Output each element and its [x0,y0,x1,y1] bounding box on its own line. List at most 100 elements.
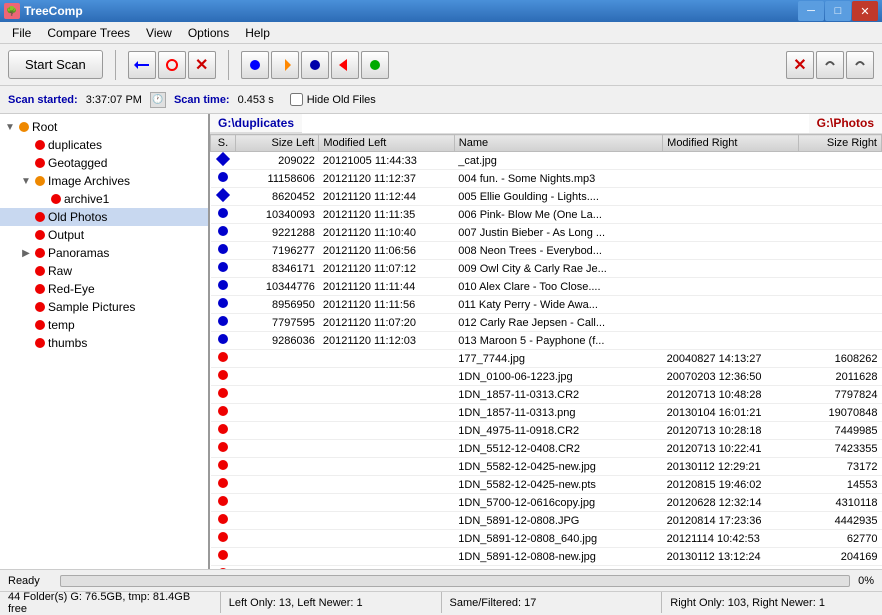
tree-label-sample-pictures: Sample Pictures [48,300,135,314]
table-row[interactable]: 1DN_5512-12-0408.CR220120713 10:22:41742… [211,440,882,458]
menu-compare-trees[interactable]: Compare Trees [39,24,138,42]
table-row[interactable]: 922128820121120 11:10:40007 Justin Biebe… [211,224,882,242]
table-row[interactable]: 1DN_5891-12-0808.JPG20120814 17:23:36444… [211,512,882,530]
status-ready-text: Ready [8,575,56,587]
row-size-left [236,350,319,368]
row-size-right [798,206,881,224]
table-row[interactable]: 1034009320121120 11:11:35006 Pink- Blow … [211,206,882,224]
table-row[interactable]: 1DN_5582-12-0425-new.jpg20130112 12:29:2… [211,458,882,476]
row-size-right: 2011628 [798,368,881,386]
row-size-left [236,440,319,458]
left-nav-stop-button[interactable]: ✕ [188,51,216,79]
expand-root[interactable]: ▼ [4,122,16,133]
table-row[interactable]: 1DN_1857-11-0313.png20130104 16:01:21190… [211,404,882,422]
row-name: 013 Maroon 5 - Payphone (f... [454,332,662,350]
tree-node-thumbs[interactable]: ▶ thumbs [0,334,208,352]
table-row[interactable]: 1115860620121120 11:12:37004 fun. - Some… [211,170,882,188]
row-indicator [211,386,236,404]
dot-duplicates [35,140,45,150]
window-controls: ─ □ ✕ [798,1,878,21]
expand-panoramas[interactable]: ▶ [20,248,32,259]
table-row[interactable]: 1DN_4975-11-0918.CR220120713 10:28:18744… [211,422,882,440]
table-row[interactable]: 1DN_1857-11-0313.CR220120713 10:48:28779… [211,386,882,404]
menu-bar: File Compare Trees View Options Help [0,22,882,44]
scan-time-label: Scan time: [174,94,230,106]
next-diff-button[interactable] [271,51,299,79]
tree-panel[interactable]: ▼ Root ▶ duplicates ▶ Geotagged ▼ Image … [0,114,210,569]
delete-button[interactable]: ✕ [786,51,814,79]
table-row[interactable]: 177_7744.jpg20040827 14:13:271608262 [211,350,882,368]
tree-node-image-archives[interactable]: ▼ Image Archives [0,172,208,190]
row-mod-left [319,458,454,476]
table-row[interactable]: 719627720121120 11:06:56008 Neon Trees -… [211,242,882,260]
col-header-mod-left: Modified Left [319,135,454,152]
compare-nav-group [241,51,389,79]
dot-image-archives [35,176,45,186]
scan-started-label: Scan started: [8,94,78,106]
tree-node-temp[interactable]: ▶ temp [0,316,208,334]
left-nav-back-button[interactable] [128,51,156,79]
restore-button[interactable]: □ [825,1,851,21]
table-row[interactable]: 779759520121120 11:07:20012 Carly Rae Je… [211,314,882,332]
row-indicator [211,548,236,566]
row-mod-left: 20121120 11:11:56 [319,296,454,314]
row-size-left: 209022 [236,152,319,170]
tree-node-red-eye[interactable]: ▶ Red-Eye [0,280,208,298]
menu-help[interactable]: Help [237,24,278,42]
app-title: TreeComp [24,4,83,18]
redo-button[interactable] [846,51,874,79]
toolbar: Start Scan ✕ ✕ [0,44,882,86]
sync-button[interactable] [301,51,329,79]
dot-sample-pictures [35,302,45,312]
table-row[interactable]: 1DN_5582-12-0425-new.pts20120815 19:46:0… [211,476,882,494]
row-size-right [798,296,881,314]
prev-diff-button[interactable] [241,51,269,79]
undo-button[interactable] [816,51,844,79]
row-size-right [798,242,881,260]
row-name: 009 Owl City & Carly Rae Je... [454,260,662,278]
row-mod-right: 20120814 17:23:36 [663,512,798,530]
tree-node-duplicates[interactable]: ▶ duplicates [0,136,208,154]
hide-old-files-checkbox[interactable] [290,93,303,106]
table-row[interactable]: 862045220121120 11:12:44005 Ellie Gouldi… [211,188,882,206]
menu-view[interactable]: View [138,24,180,42]
scan-info-bar: Scan started: 3:37:07 PM 🕐 Scan time: 0.… [0,86,882,114]
left-nav-forward-button[interactable] [158,51,186,79]
table-row[interactable]: 1DN_0100-06-1223.jpg20070203 12:36:50201… [211,368,882,386]
tree-node-old-photos[interactable]: ▶ Old Photos [0,208,208,226]
tree-node-output[interactable]: ▶ Output [0,226,208,244]
row-name: 1DN_0100-06-1223.jpg [454,368,662,386]
row-mod-right: 20120713 10:22:41 [663,440,798,458]
table-row[interactable]: 1034477620121120 11:11:44010 Alex Clare … [211,278,882,296]
minimize-button[interactable]: ─ [798,1,824,21]
row-size-right: 1608262 [798,350,881,368]
tree-node-panoramas[interactable]: ▶ Panoramas [0,244,208,262]
tree-node-raw[interactable]: ▶ Raw [0,262,208,280]
tree-label-root: Root [32,120,57,134]
tree-node-root[interactable]: ▼ Root [0,118,208,136]
row-size-right [798,260,881,278]
table-row[interactable]: 928603620121120 11:12:03013 Maroon 5 - P… [211,332,882,350]
table-row[interactable]: 834617120121120 11:07:12009 Owl City & C… [211,260,882,278]
table-row[interactable]: 1DN_5891-12-0808-new.jpg20130112 13:12:2… [211,548,882,566]
table-row[interactable]: 20902220121005 11:44:33_cat.jpg [211,152,882,170]
table-row[interactable]: 1DN_5700-12-0616copy.jpg20120628 12:32:1… [211,494,882,512]
table-row[interactable]: 1DN_5891-12-0808-new.pts20120815 15:15:0… [211,566,882,570]
table-row[interactable]: 1DN_5891-12-0808_640.jpg20121114 10:42:5… [211,530,882,548]
row-name: 012 Carly Rae Jepsen - Call... [454,314,662,332]
tree-node-archive1[interactable]: ▶ archive1 [0,190,208,208]
menu-file[interactable]: File [4,24,39,42]
menu-options[interactable]: Options [180,24,237,42]
table-row[interactable]: 895695020121120 11:11:56011 Katy Perry -… [211,296,882,314]
back-button[interactable] [331,51,359,79]
file-table-wrapper[interactable]: S. Size Left Modified Left Name Modified… [210,134,882,569]
mark-button[interactable] [361,51,389,79]
tree-node-sample-pictures[interactable]: ▶ Sample Pictures [0,298,208,316]
content-panel: G:\duplicates G:\Photos S. Size Left Mod… [210,114,882,569]
expand-image-archives[interactable]: ▼ [20,176,32,187]
start-scan-button[interactable]: Start Scan [8,50,103,79]
tree-node-geotagged[interactable]: ▶ Geotagged [0,154,208,172]
close-button[interactable]: ✕ [852,1,878,21]
dot-old-photos [35,212,45,222]
row-mod-left: 20121120 11:12:37 [319,170,454,188]
